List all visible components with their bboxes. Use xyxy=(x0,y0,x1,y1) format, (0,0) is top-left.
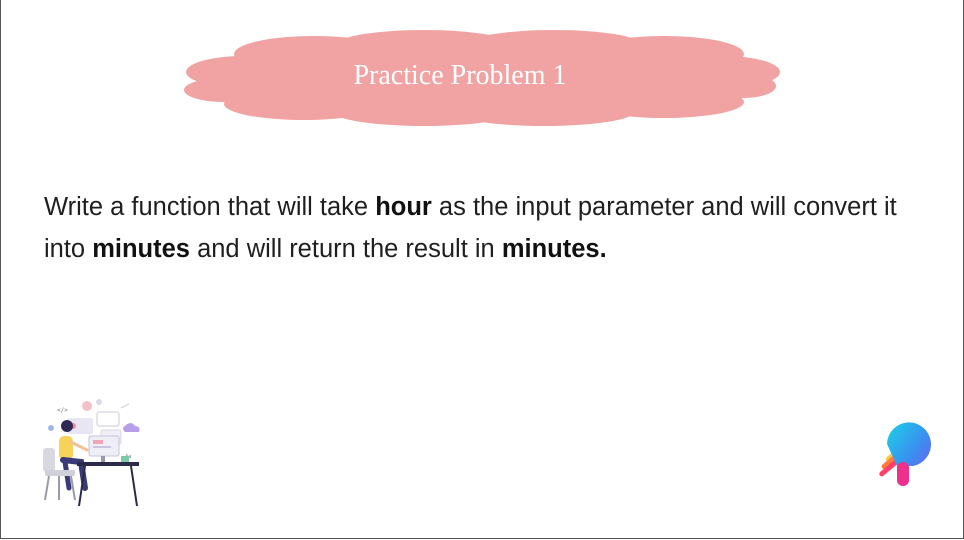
problem-text-1: Write a function that will take xyxy=(44,193,376,221)
problem-keyword-minutes-result: minutes. xyxy=(501,235,607,263)
brand-logo-icon xyxy=(879,422,931,486)
person-at-desk-illustration: </> Aa xyxy=(43,399,140,507)
slide: Practice Problem 1 Write a function that… xyxy=(0,0,964,539)
problem-text-3: and will return the result in xyxy=(189,235,502,263)
problem-keyword-hour: hour xyxy=(375,193,432,221)
code-tag-text: </> xyxy=(57,407,68,414)
problem-keyword-minutes: minutes xyxy=(92,235,190,263)
page-title: Practice Problem 1 xyxy=(353,60,567,91)
problem-statement: Write a function that will take hour as … xyxy=(44,186,924,270)
